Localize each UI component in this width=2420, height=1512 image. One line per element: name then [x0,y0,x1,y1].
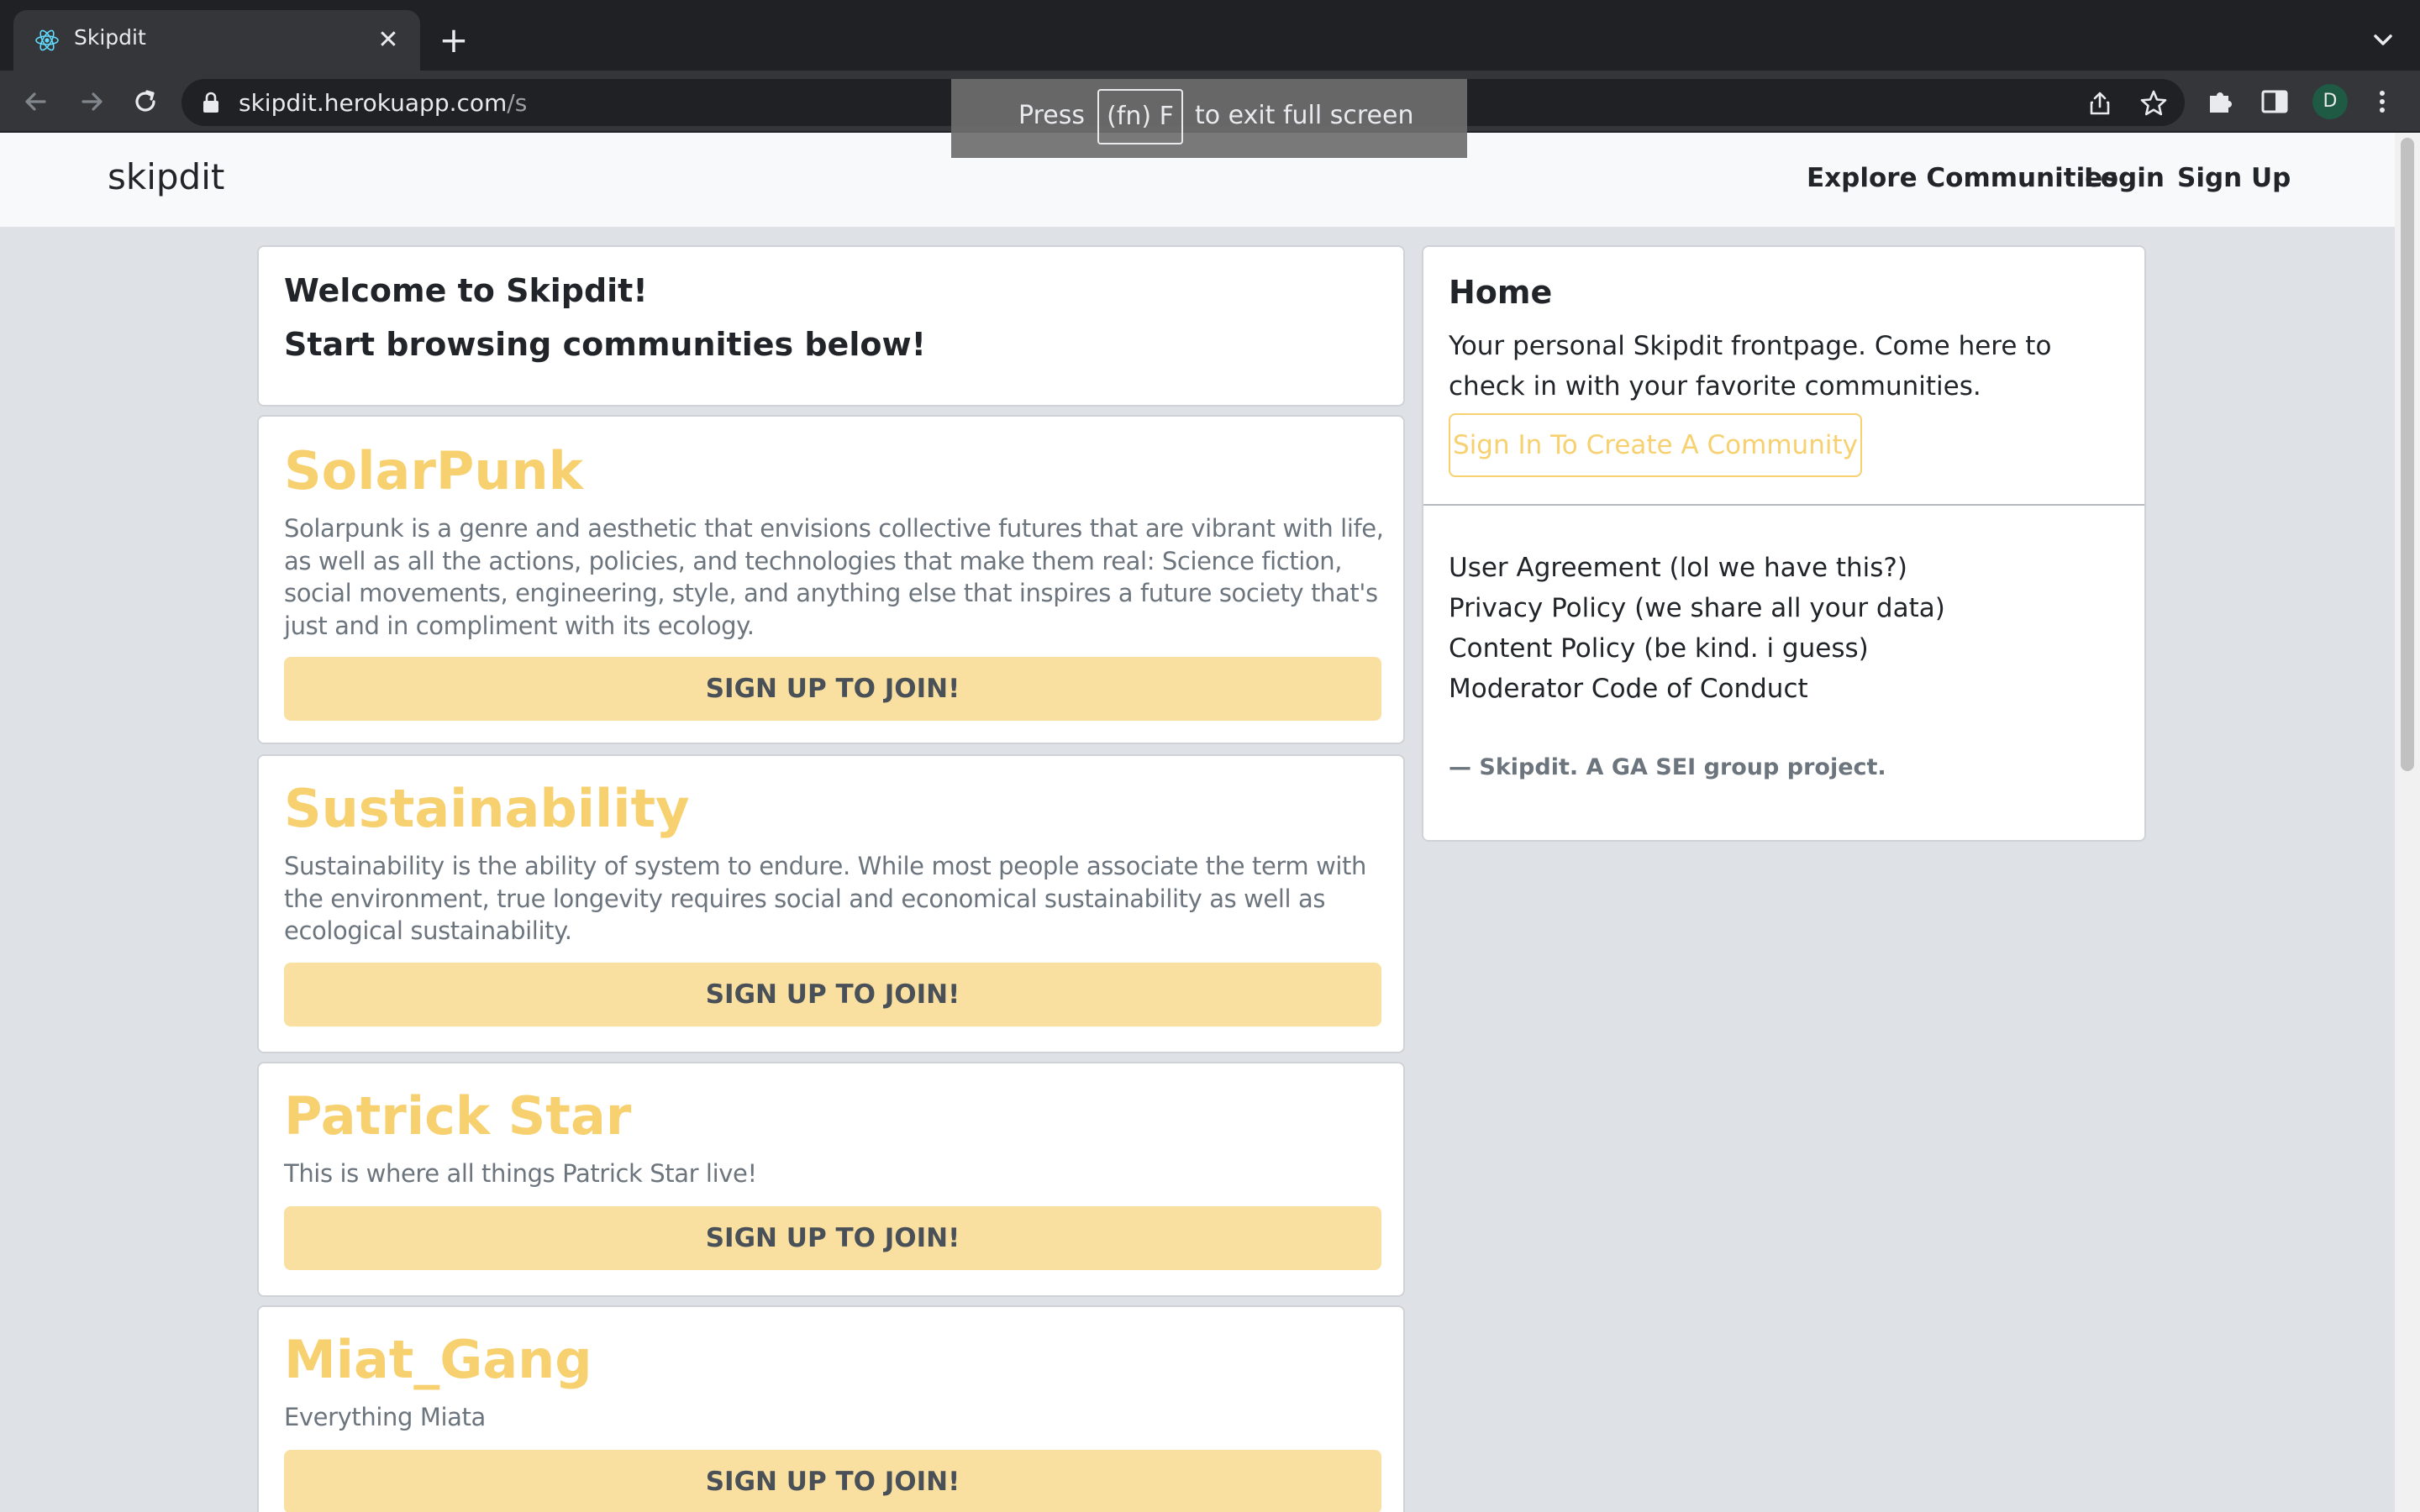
community-title[interactable]: Patrick Star [284,1085,631,1147]
nav-sign-up[interactable]: Sign Up [2177,163,2291,193]
forward-arrow-icon[interactable] [72,82,111,121]
community-card: Patrick Star This is where all things Pa… [257,1062,1405,1297]
sign-up-to-join-button[interactable]: SIGN UP TO JOIN! [284,963,1381,1026]
privacy-policy-link[interactable]: Privacy Policy (we share all your data) [1449,593,1945,623]
url-host: skipdit.herokuapp.com [239,89,508,117]
nav-explore-communities[interactable]: Explore Communities [1807,163,2118,193]
profile-avatar[interactable]: D [2312,84,2348,119]
bookmark-star-icon[interactable] [2139,89,2168,118]
sidebar-divider [1423,504,2144,506]
community-title[interactable]: Sustainability [284,778,690,839]
community-description: Solarpunk is a genre and aesthetic that … [284,514,1384,640]
chevron-down-icon[interactable] [2366,24,2400,57]
welcome-heading: Welcome to Skipdit! [284,272,648,309]
url-path: /s [507,89,528,117]
fullscreen-exit-text: to exit full screen [1195,101,1414,130]
welcome-card: Welcome to Skipdit! Start browsing commu… [257,245,1405,407]
sidebar-description: Your personal Skipdit frontpage. Come he… [1449,331,2052,402]
sidebar-footer: — Skipdit. A GA SEI group project. [1449,754,1886,780]
sidebar-title: Home [1449,274,1553,311]
react-logo-icon [35,29,59,51]
browser-tab[interactable]: Skipdit ✕ [13,10,420,71]
page-scrollbar[interactable] [2395,133,2420,1512]
sign-up-to-join-button[interactable]: SIGN UP TO JOIN! [284,1206,1381,1270]
fullscreen-notice: Press (fn) F to exit full screen [951,79,1467,158]
moderator-code-link[interactable]: Moderator Code of Conduct [1449,674,1808,704]
back-arrow-icon[interactable] [17,82,55,121]
community-card: Miat_Gang Everything Miata SIGN UP TO JO… [257,1305,1405,1512]
sign-up-to-join-button[interactable]: SIGN UP TO JOIN! [284,657,1381,721]
sign-in-to-create-community-button[interactable]: Sign In To Create A Community [1449,413,1862,477]
community-card: Sustainability Sustainability is the abi… [257,754,1405,1053]
brand-logo[interactable]: skipdit [108,156,224,197]
community-description: This is where all things Patrick Star li… [284,1159,757,1188]
browser-tab-bar: Skipdit ✕ + [0,0,2420,71]
fullscreen-press-text: Press [1018,101,1085,130]
welcome-subheading: Start browsing communities below! [284,326,926,363]
share-icon[interactable] [2086,89,2114,118]
extensions-puzzle-icon[interactable] [2205,86,2237,118]
home-sidebar-card: Home Your personal Skipdit frontpage. Co… [1422,245,2146,842]
community-card: SolarPunk Solarpunk is a genre and aesth… [257,415,1405,744]
nav-login[interactable]: Login [2084,163,2165,193]
url-text: skipdit.herokuapp.com/s [239,89,527,117]
community-description: Everything Miata [284,1403,486,1431]
more-options-icon[interactable] [2366,86,2398,118]
tab-title: Skipdit [74,25,146,50]
community-title[interactable]: Miat_Gang [284,1329,592,1390]
fullscreen-key: (fn) F [1097,89,1183,144]
lock-icon [203,92,218,113]
reload-icon[interactable] [126,82,165,121]
content-policy-link[interactable]: Content Policy (be kind. i guess) [1449,633,1869,664]
new-tab-icon[interactable]: + [434,20,474,60]
community-description: Sustainability is the ability of system … [284,852,1367,945]
close-tab-icon[interactable]: ✕ [370,22,407,59]
sign-up-to-join-button[interactable]: SIGN UP TO JOIN! [284,1450,1381,1512]
community-title[interactable]: SolarPunk [284,440,583,501]
user-agreement-link[interactable]: User Agreement (lol we have this?) [1449,553,1907,583]
scrollbar-thumb[interactable] [2401,138,2414,771]
side-panel-icon[interactable] [2259,86,2291,118]
